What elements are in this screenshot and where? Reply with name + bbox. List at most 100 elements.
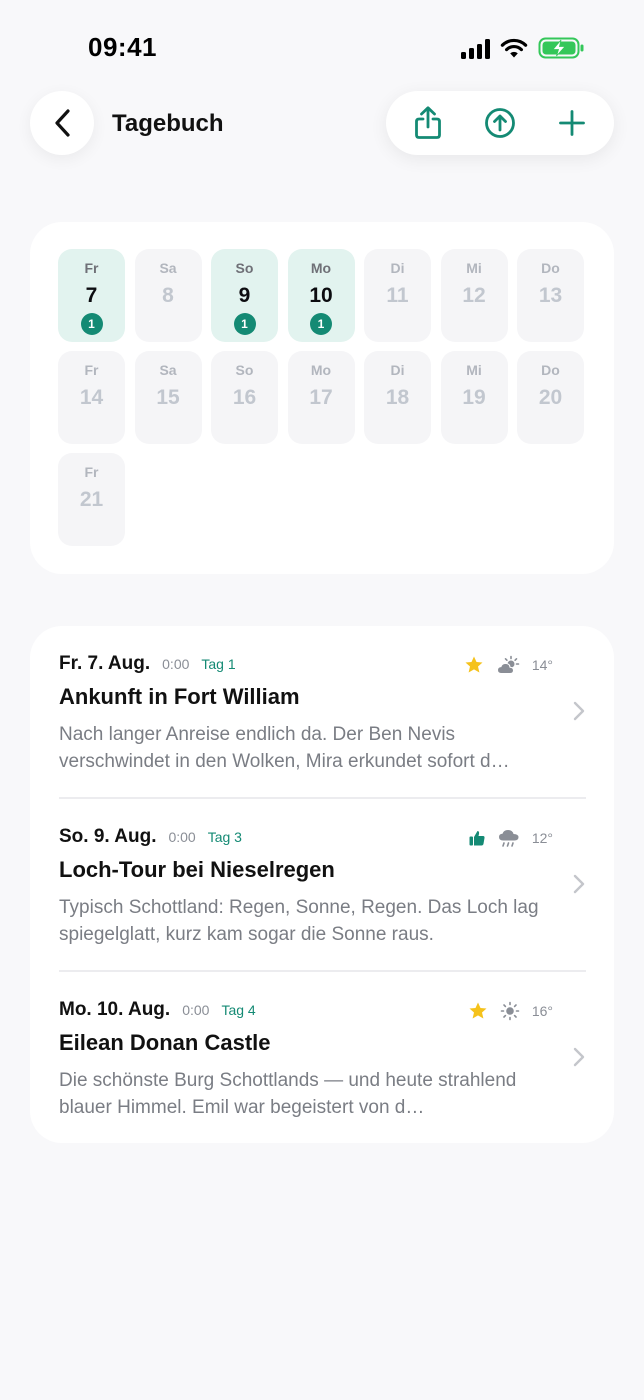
status-time: 09:41 [88, 32, 157, 62]
calendar-card: Fr 7 1 Sa 8 So 9 1 Mo 10 1 Di 11 Mi 12 Do 13 Fr 14 Sa 15 So 16… [30, 222, 614, 574]
entry-meta: 14° [464, 655, 553, 675]
day-abbreviation: Do [541, 260, 560, 276]
entry-meta: 16° [468, 1001, 553, 1021]
entry-temperature: 16° [531, 1003, 553, 1019]
partly-cloudy-icon [496, 655, 520, 675]
status-icons [461, 36, 586, 60]
entry-excerpt: Typisch Schottland: Regen, Sonne, Regen.… [59, 897, 539, 945]
journal-entry[interactable]: So. 9. Aug. 0:00 Tag 3 12° Loch-Tour bei Nie… [59, 799, 586, 972]
entry-date: Mo. 10. Aug. [59, 999, 171, 1020]
chevron-right-icon [573, 874, 585, 894]
add-entry-button[interactable] [546, 97, 598, 149]
thumbs-up-icon [468, 829, 486, 847]
entries-list: Fr. 7. Aug. 0:00 Tag 1 14° Ankunft in Fort W… [30, 626, 614, 1143]
day-abbreviation: So [235, 362, 254, 378]
calendar-grid: Fr 7 1 Sa 8 So 9 1 Mo 10 1 Di 11 Mi 12 Do 13 Fr 14 Sa 15 So 16… [58, 249, 584, 546]
share-button[interactable] [402, 97, 454, 149]
entry-title: Loch-Tour bei Nieselregen [59, 857, 335, 882]
day-abbreviation: Mo [310, 362, 332, 378]
entry-count-badge: 1 [80, 313, 103, 335]
day-number: 19 [462, 386, 486, 409]
wifi-icon [500, 38, 528, 58]
day-number: 11 [386, 284, 409, 307]
battery-charging-icon [538, 37, 584, 59]
day-abbreviation: Do [541, 362, 560, 378]
day-number: 7 [85, 284, 98, 307]
calendar-day[interactable]: So 9 1 [211, 249, 278, 342]
entry-day-tag: Tag 3 [207, 829, 242, 845]
entry-temperature: 12° [531, 830, 553, 846]
star-icon [464, 655, 484, 675]
day-abbreviation: Di [390, 362, 405, 378]
day-number: 8 [162, 284, 174, 307]
day-number: 10 [309, 284, 333, 307]
entry-header: Mo. 10. Aug. 0:00 Tag 4 [59, 999, 256, 1021]
page-title: Tagebuch [112, 110, 224, 137]
calendar-day[interactable]: Mi 19 [440, 351, 508, 444]
calendar-day[interactable]: So 16 [211, 351, 278, 444]
entry-count-badge: 1 [233, 313, 256, 335]
entry-title: Eilean Donan Castle [59, 1030, 271, 1055]
plus-icon [559, 110, 585, 136]
calendar-day[interactable]: Di 18 [364, 351, 431, 444]
calendar-day[interactable]: Fr 14 [58, 351, 125, 444]
day-abbreviation: Fr [84, 260, 99, 276]
day-abbreviation: Di [390, 260, 405, 276]
day-abbreviation: So [235, 260, 254, 276]
entry-day-tag: Tag 1 [201, 656, 236, 672]
entry-count-badge: 1 [310, 313, 332, 335]
entry-excerpt: Nach langer Anreise endlich da. Der Ben … [59, 724, 510, 772]
entry-meta: 12° [468, 828, 553, 848]
calendar-day[interactable]: Do 20 [517, 351, 584, 444]
sun-icon [500, 1001, 520, 1021]
entry-excerpt: Die schönste Burg Schottlands — und heut… [59, 1070, 517, 1118]
day-number: 21 [79, 488, 104, 511]
day-number: 13 [538, 284, 563, 307]
day-number: 14 [79, 386, 104, 409]
entry-date: Fr. 7. Aug. [59, 653, 151, 674]
calendar-day[interactable]: Di 11 [364, 249, 431, 342]
back-button[interactable] [30, 91, 94, 155]
day-number: 18 [385, 386, 410, 409]
rain-cloud-icon [498, 828, 520, 848]
chevron-left-icon [55, 109, 70, 137]
cellular-signal-icon [461, 37, 490, 59]
entry-time: 0:00 [168, 829, 196, 845]
day-number: 16 [232, 386, 257, 409]
chevron-right-icon [573, 701, 585, 721]
day-abbreviation: Mi [466, 260, 482, 276]
day-abbreviation: Fr [84, 362, 99, 378]
calendar-day[interactable]: Mo 17 [287, 351, 355, 444]
day-abbreviation: Fr [84, 464, 99, 480]
day-number: 9 [238, 284, 251, 307]
entry-time: 0:00 [162, 656, 190, 672]
day-number: 12 [462, 284, 486, 307]
calendar-day[interactable]: Do 13 [517, 249, 584, 342]
day-abbreviation: Sa [159, 362, 177, 378]
calendar-day[interactable]: Mo 10 1 [287, 249, 355, 342]
entry-time: 0:00 [182, 1002, 210, 1018]
day-number: 17 [309, 386, 333, 409]
calendar-day[interactable]: Fr 21 [58, 453, 125, 546]
day-abbreviation: Mo [310, 260, 332, 276]
entry-date: So. 9. Aug. [59, 826, 157, 847]
calendar-day[interactable]: Mi 12 [440, 249, 508, 342]
entry-header: Fr. 7. Aug. 0:00 Tag 1 [59, 653, 236, 675]
entry-title: Ankunft in Fort William [59, 684, 300, 709]
entry-day-tag: Tag 4 [221, 1002, 256, 1018]
day-abbreviation: Mi [466, 362, 482, 378]
upload-button[interactable] [474, 97, 526, 149]
day-abbreviation: Sa [159, 260, 177, 276]
toolbar-actions [386, 91, 614, 155]
calendar-day[interactable]: Sa 8 [134, 249, 202, 342]
entry-temperature: 14° [531, 657, 553, 673]
arrow-up-circle-icon [485, 108, 515, 138]
journal-entry[interactable]: Mo. 10. Aug. 0:00 Tag 4 16° Eilean Donan Cas… [59, 972, 586, 1145]
day-number: 20 [538, 386, 563, 409]
calendar-day[interactable]: Sa 15 [134, 351, 202, 444]
entry-header: So. 9. Aug. 0:00 Tag 3 [59, 826, 242, 848]
journal-entry[interactable]: Fr. 7. Aug. 0:00 Tag 1 14° Ankunft in Fort W… [59, 626, 586, 799]
calendar-day[interactable]: Fr 7 1 [58, 249, 125, 342]
day-number: 15 [156, 386, 180, 409]
status-bar: 09:41 [0, 0, 644, 90]
